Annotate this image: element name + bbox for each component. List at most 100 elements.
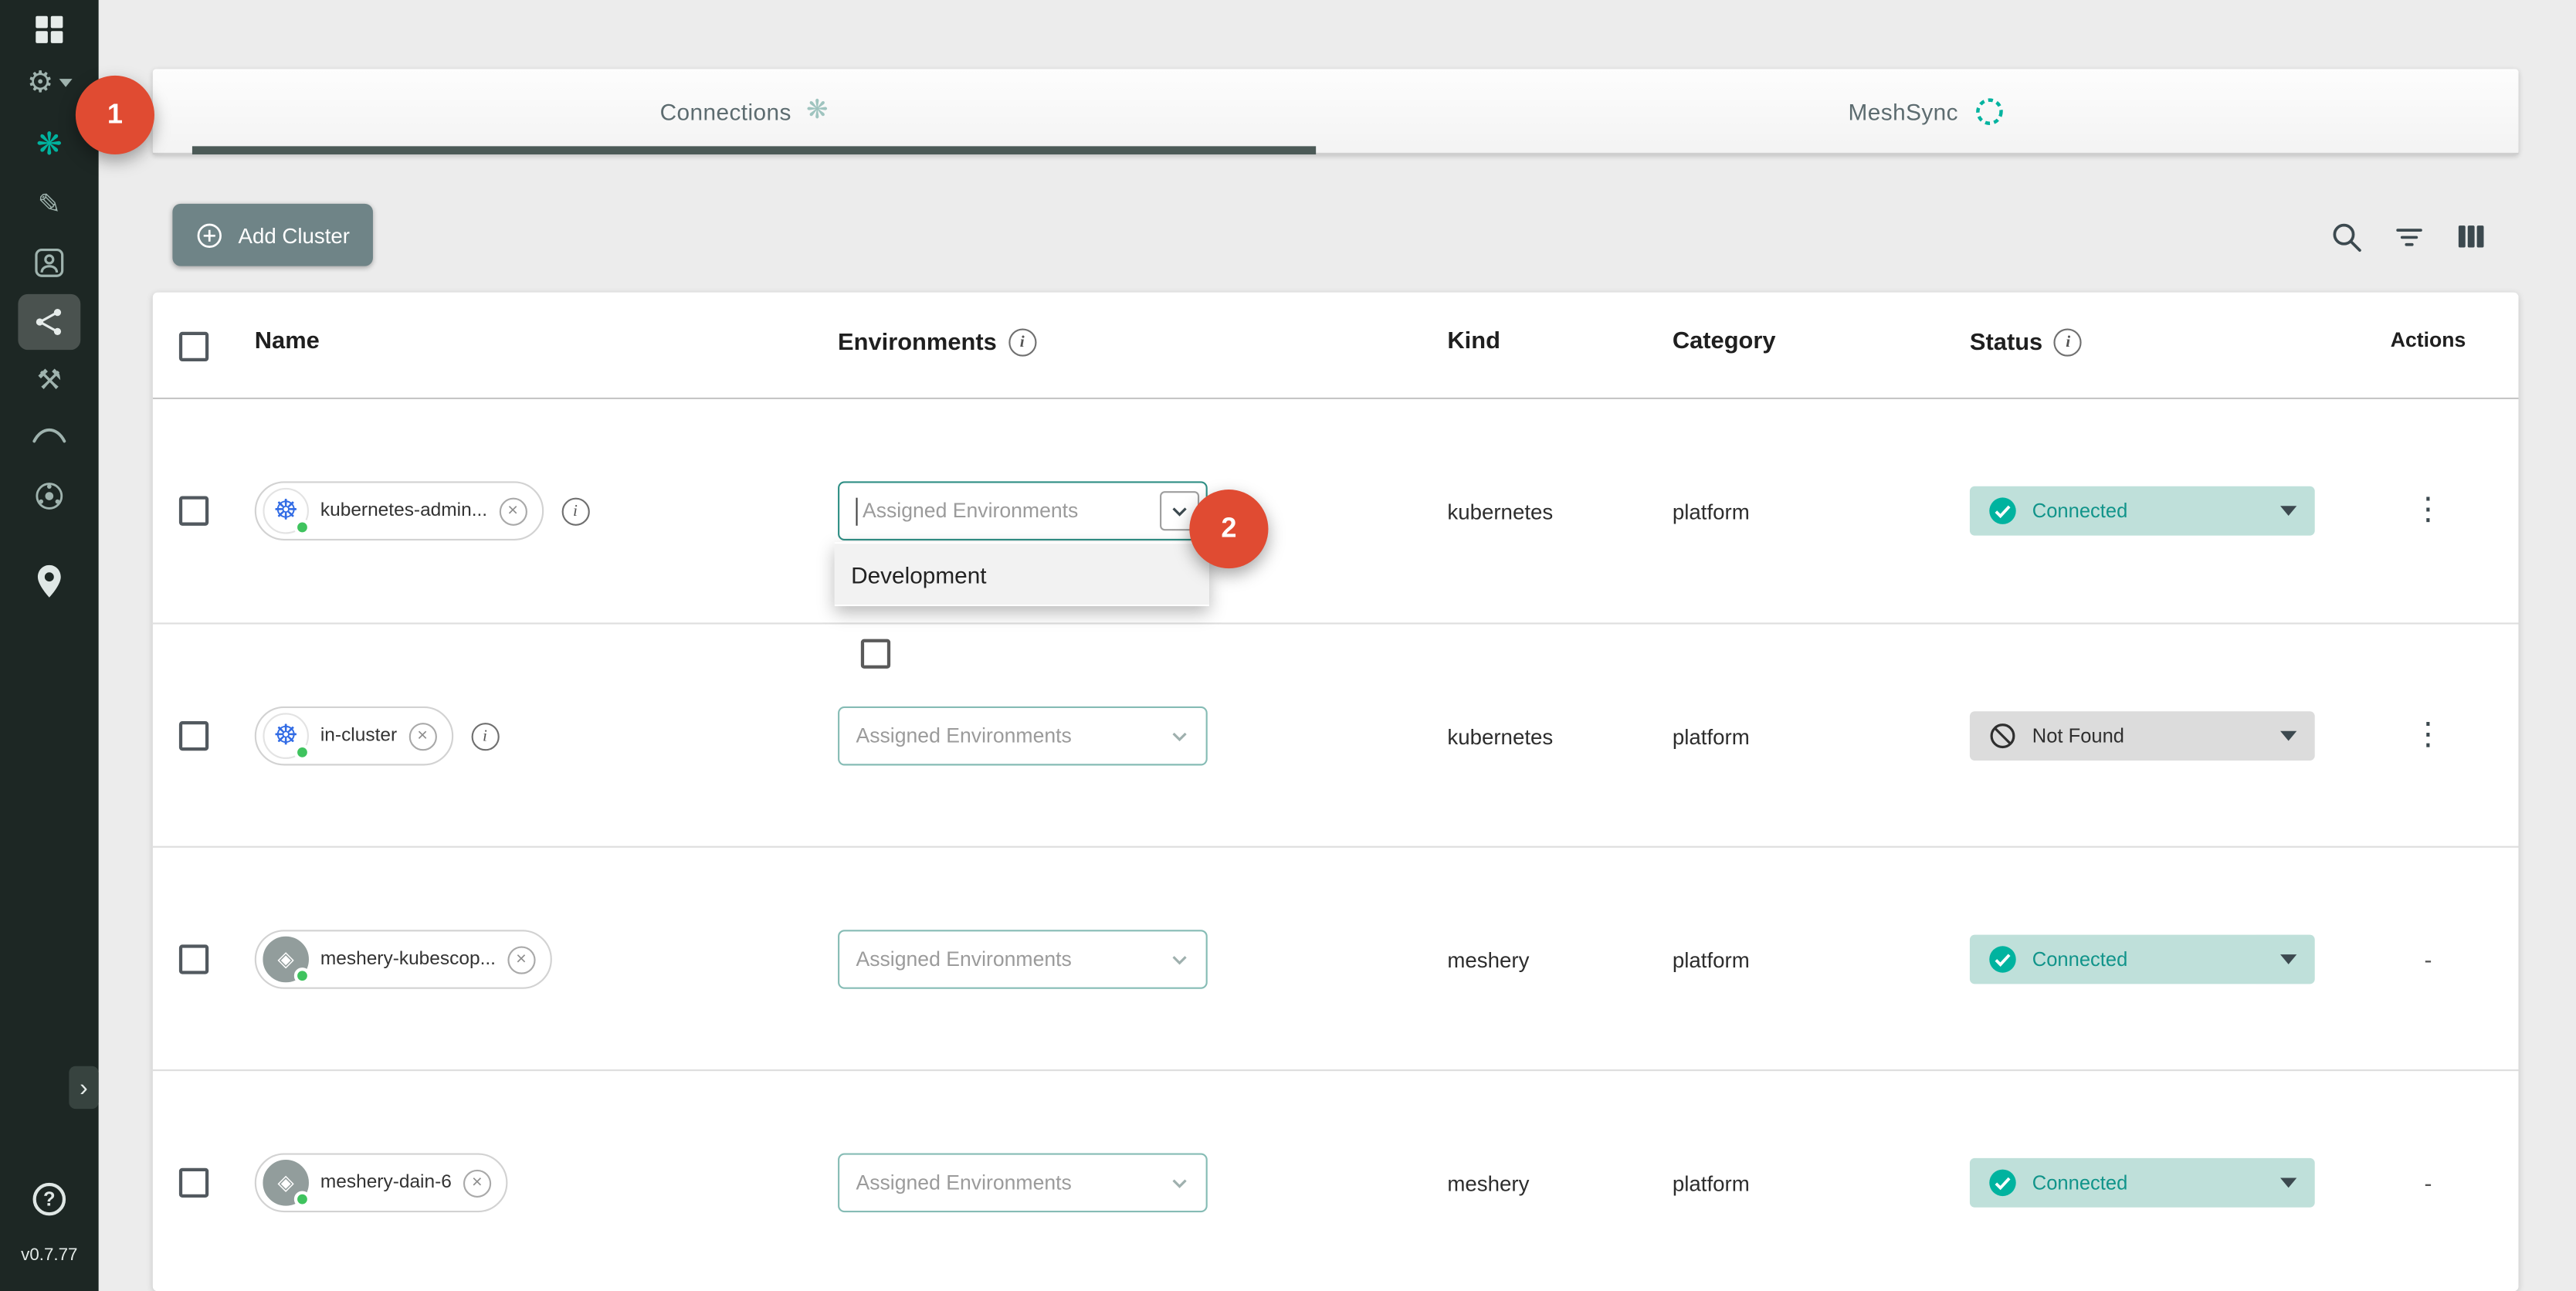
connection-chip[interactable]: ☸ kubernetes-admin... × bbox=[255, 481, 544, 540]
table-row: ☸ in-cluster × i Assigned Environments k… bbox=[153, 622, 2519, 845]
info-icon[interactable]: i bbox=[471, 722, 499, 750]
annotation-badge-2: 2 bbox=[1189, 490, 1268, 568]
row-checkbox[interactable] bbox=[179, 944, 208, 974]
kubernetes-avatar: ☸ bbox=[263, 488, 309, 534]
help-icon: ? bbox=[33, 1183, 66, 1216]
meshery-avatar: ◈ bbox=[263, 1160, 309, 1206]
close-icon[interactable]: × bbox=[463, 1169, 491, 1197]
help-button[interactable]: ? bbox=[0, 1183, 99, 1216]
check-circle-icon bbox=[1988, 1168, 2017, 1198]
option-checkbox[interactable] bbox=[861, 639, 890, 669]
info-icon[interactable]: i bbox=[2054, 329, 2082, 357]
environments-placeholder: Assigned Environments bbox=[839, 948, 1153, 971]
table-header: Name Environments i Kind Category Status… bbox=[153, 293, 2519, 399]
status-label: Connected bbox=[2032, 948, 2266, 971]
caret-down-icon bbox=[2280, 506, 2296, 516]
extensions-icon[interactable] bbox=[0, 415, 99, 452]
connection-chip[interactable]: ◈ meshery-kubescop... × bbox=[255, 930, 552, 989]
select-caret[interactable] bbox=[1154, 721, 1206, 751]
category-value: platform bbox=[1673, 500, 1750, 524]
columns-icon[interactable] bbox=[2451, 217, 2490, 256]
name-cell: ☸ in-cluster × i bbox=[255, 706, 499, 766]
meshery-app: ⚙ ❋ ✎ ⚒ › ? bbox=[0, 0, 2576, 1291]
caret-down-icon bbox=[2280, 731, 2296, 741]
table-row: ◈ meshery-dain-6 × Assigned Environments… bbox=[153, 1069, 2519, 1291]
tab-connections-label: Connections bbox=[660, 99, 791, 125]
adapters-icon[interactable] bbox=[0, 476, 99, 516]
configuration-icon[interactable]: ✎ bbox=[0, 184, 99, 223]
info-icon[interactable]: i bbox=[1008, 329, 1036, 357]
toolbox-icon[interactable]: ⚒ bbox=[0, 360, 99, 399]
pencil-icon: ✎ bbox=[38, 190, 61, 218]
environments-dropdown: Development bbox=[835, 542, 1209, 606]
close-icon[interactable]: × bbox=[499, 497, 527, 525]
status-label: Connected bbox=[2032, 1171, 2266, 1194]
info-icon[interactable]: i bbox=[561, 497, 589, 525]
tabbar: Connections ❋ MeshSync bbox=[153, 69, 2519, 154]
check-circle-icon bbox=[1988, 944, 2017, 974]
dashboard-icon[interactable] bbox=[0, 10, 99, 49]
name-cell: ☸ kubernetes-admin... × i bbox=[255, 481, 589, 540]
tab-meshsync[interactable]: MeshSync bbox=[1336, 69, 2519, 154]
users-icon[interactable] bbox=[0, 243, 99, 283]
row-checkbox[interactable] bbox=[179, 496, 208, 526]
pin-icon[interactable] bbox=[0, 562, 99, 601]
connections-table: Name Environments i Kind Category Status… bbox=[153, 293, 2519, 1291]
gear-icon: ⚙ bbox=[27, 67, 53, 97]
network-highlight bbox=[18, 294, 80, 350]
status-label: Not Found bbox=[2032, 724, 2266, 747]
status-badge[interactable]: Connected bbox=[1970, 486, 2315, 536]
select-caret[interactable] bbox=[1154, 944, 1206, 974]
annotation-badge-1: 1 bbox=[76, 76, 154, 154]
chip-label: meshery-dain-6 bbox=[320, 1173, 452, 1193]
column-header-status: Status i bbox=[1970, 329, 2082, 357]
row-checkbox[interactable] bbox=[179, 721, 208, 751]
close-icon[interactable]: × bbox=[408, 722, 436, 750]
chip-label: kubernetes-admin... bbox=[320, 501, 487, 521]
kind-value: meshery bbox=[1447, 1171, 1529, 1196]
kebab-menu-icon[interactable]: ⋮ bbox=[2412, 718, 2443, 753]
environments-placeholder: Assigned Environments bbox=[839, 1171, 1153, 1194]
row-checkbox[interactable] bbox=[179, 1168, 208, 1198]
connection-chip[interactable]: ◈ meshery-dain-6 × bbox=[255, 1154, 507, 1213]
close-icon[interactable]: × bbox=[507, 945, 535, 973]
network-icon[interactable] bbox=[0, 293, 99, 352]
status-badge[interactable]: Connected bbox=[1970, 1158, 2315, 1208]
environments-select[interactable]: Assigned Environments bbox=[838, 481, 1208, 540]
check-circle-icon bbox=[1988, 496, 2017, 526]
column-header-category: Category bbox=[1673, 329, 1776, 355]
connection-chip[interactable]: ☸ in-cluster × bbox=[255, 706, 453, 766]
chevron-down-icon bbox=[1164, 721, 1194, 751]
chip-label: in-cluster bbox=[320, 726, 397, 746]
status-dot bbox=[294, 1191, 310, 1207]
meshsync-spinner-icon bbox=[1973, 95, 2006, 128]
environments-placeholder: Assigned Environments bbox=[858, 500, 1154, 523]
chevron-down-icon bbox=[1164, 944, 1194, 974]
caret-down-icon bbox=[2280, 954, 2296, 964]
sidebar-expand-button[interactable]: › bbox=[69, 1066, 98, 1109]
filter-icon[interactable] bbox=[2388, 217, 2428, 256]
meshery-logo-icon: ◈ bbox=[278, 1170, 294, 1196]
environments-select[interactable]: Assigned Environments bbox=[838, 1154, 1208, 1213]
chevron-right-icon: › bbox=[80, 1073, 88, 1101]
status-badge[interactable]: Not Found bbox=[1970, 711, 2315, 761]
add-cluster-label: Add Cluster bbox=[238, 222, 350, 247]
environments-select[interactable]: Assigned Environments bbox=[838, 930, 1208, 989]
meshery-avatar: ◈ bbox=[263, 937, 309, 983]
tab-connections[interactable]: Connections ❋ bbox=[153, 69, 1336, 154]
status-dot bbox=[294, 967, 310, 984]
status-badge[interactable]: Connected bbox=[1970, 935, 2315, 984]
kubernetes-avatar: ☸ bbox=[263, 713, 309, 759]
environments-placeholder: Assigned Environments bbox=[839, 724, 1153, 747]
search-icon[interactable] bbox=[2327, 217, 2366, 256]
kebab-menu-icon[interactable]: ⋮ bbox=[2412, 493, 2443, 527]
select-caret[interactable] bbox=[1154, 1168, 1206, 1198]
environments-select[interactable]: Assigned Environments bbox=[838, 706, 1208, 766]
select-all-checkbox[interactable] bbox=[179, 332, 208, 361]
hammer-icon: ⚒ bbox=[37, 365, 62, 393]
category-value: platform bbox=[1673, 1171, 1750, 1196]
add-cluster-button[interactable]: Add Cluster bbox=[172, 204, 372, 266]
dropdown-option-development[interactable]: Development bbox=[835, 544, 1209, 605]
snowflake-icon: ❋ bbox=[36, 129, 63, 160]
meshery-logo-icon: ◈ bbox=[278, 946, 294, 972]
